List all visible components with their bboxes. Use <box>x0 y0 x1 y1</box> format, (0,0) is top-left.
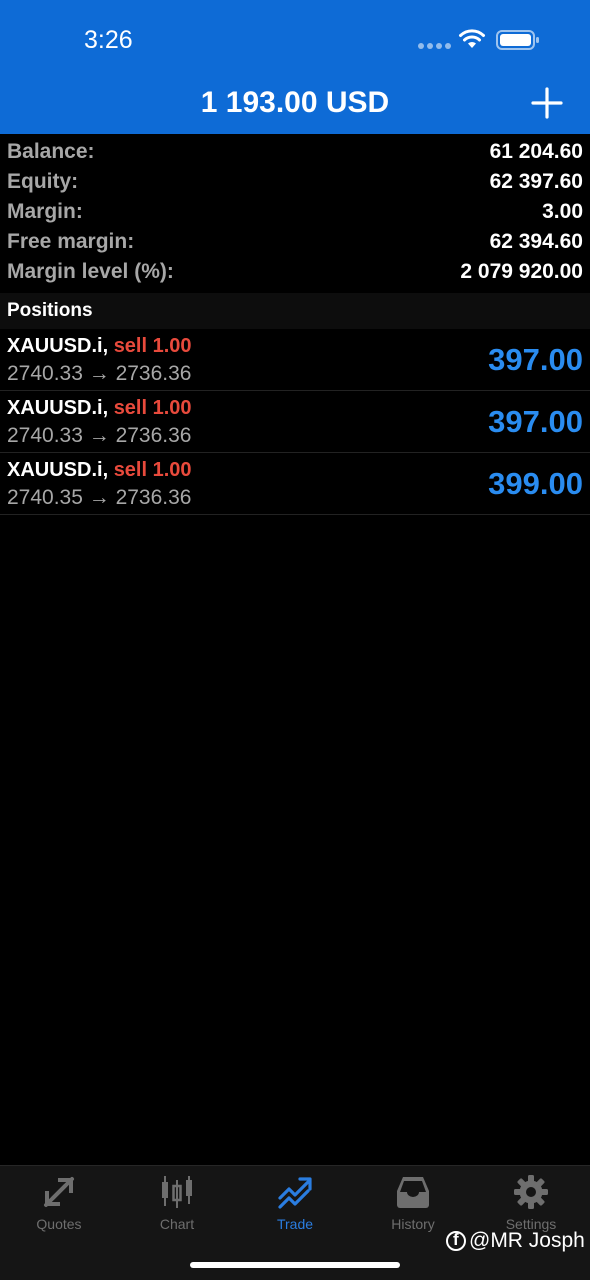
settings-icon <box>514 1175 548 1209</box>
status-time: 3:26 <box>84 26 133 54</box>
positions-section-header: Positions <box>0 293 590 329</box>
margin-level-value: 2 079 920.00 <box>460 260 583 283</box>
position-title: XAUUSD.i, sell 1.00 <box>7 397 192 420</box>
header-bar: 3:26 1 193.00 USD <box>0 0 590 134</box>
position-row[interactable]: XAUUSD.i, sell 1.00 2740.35 → 2736.36 39… <box>0 453 590 515</box>
battery-icon <box>496 30 539 50</box>
position-row[interactable]: XAUUSD.i, sell 1.00 2740.33 → 2736.36 39… <box>0 391 590 453</box>
summary-row-margin: Margin: 3.00 <box>0 198 590 228</box>
position-title: XAUUSD.i, sell 1.00 <box>7 335 192 358</box>
position-symbol: XAUUSD.i, <box>7 397 109 419</box>
watermark: @MR Josph <box>446 1229 585 1253</box>
position-symbol: XAUUSD.i, <box>7 459 109 481</box>
position-side: sell 1.00 <box>113 335 192 357</box>
margin-label: Margin: <box>7 200 83 223</box>
chart-icon <box>162 1176 192 1208</box>
tab-trade-label: Trade <box>276 1216 314 1232</box>
summary-row-margin-level: Margin level (%): 2 079 920.00 <box>0 258 590 288</box>
equity-label: Equity: <box>7 170 79 193</box>
position-prices: 2740.33 → 2736.36 <box>7 424 192 447</box>
home-indicator[interactable] <box>190 1262 400 1268</box>
balance-label: Balance: <box>7 140 95 163</box>
account-profit-title: 1 193.00 USD <box>200 86 390 119</box>
wifi-icon <box>459 29 485 48</box>
positions-list: XAUUSD.i, sell 1.00 2740.33 → 2736.36 39… <box>0 329 590 515</box>
trade-screen: 3:26 1 193.00 USD Balance: 61 204.60 Equ… <box>0 0 590 1280</box>
quotes-icon <box>44 1177 74 1207</box>
tab-quotes-label: Quotes <box>36 1216 82 1232</box>
position-side: sell 1.00 <box>113 459 192 481</box>
position-row[interactable]: XAUUSD.i, sell 1.00 2740.33 → 2736.36 39… <box>0 329 590 391</box>
margin-level-label: Margin level (%): <box>7 260 174 283</box>
account-summary: Balance: 61 204.60 Equity: 62 397.60 Mar… <box>0 138 590 288</box>
trade-icon <box>278 1177 312 1209</box>
facebook-icon <box>446 1230 466 1251</box>
cellular-signal-icon <box>418 43 451 49</box>
margin-value: 3.00 <box>542 200 583 223</box>
positions-title: Positions <box>7 300 93 321</box>
free-margin-label: Free margin: <box>7 230 135 253</box>
free-margin-value: 62 394.60 <box>489 230 583 253</box>
tab-chart-label: Chart <box>159 1216 195 1232</box>
tab-chart[interactable]: Chart <box>118 1166 236 1246</box>
watermark-text: @MR Josph <box>469 1229 585 1252</box>
history-icon <box>397 1177 429 1208</box>
tab-trade[interactable]: Trade <box>236 1166 354 1246</box>
summary-row-balance: Balance: 61 204.60 <box>0 138 590 168</box>
position-profit: 399.00 <box>488 466 583 501</box>
tab-quotes[interactable]: Quotes <box>0 1166 118 1246</box>
position-symbol: XAUUSD.i, <box>7 335 109 357</box>
summary-row-equity: Equity: 62 397.60 <box>0 168 590 198</box>
position-side: sell 1.00 <box>113 397 192 419</box>
position-profit: 397.00 <box>488 342 583 377</box>
position-prices: 2740.35 → 2736.36 <box>7 486 192 509</box>
position-title: XAUUSD.i, sell 1.00 <box>7 459 192 482</box>
balance-value: 61 204.60 <box>489 140 583 163</box>
summary-row-free-margin: Free margin: 62 394.60 <box>0 228 590 258</box>
position-prices: 2740.33 → 2736.36 <box>7 362 192 385</box>
position-profit: 397.00 <box>488 404 583 439</box>
plus-icon[interactable] <box>530 86 564 120</box>
equity-value: 62 397.60 <box>489 170 583 193</box>
